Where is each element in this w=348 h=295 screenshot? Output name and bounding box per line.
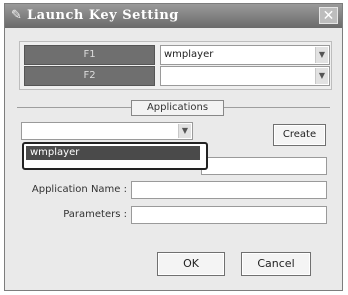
application-dropdown-list[interactable]: wmplayer [22,142,208,170]
launch-key-setting-dialog: ✎ Launch Key Setting ✕ F1 wmplayer ▼ F2 … [4,3,343,291]
parameters-label: Parameters : [63,209,127,220]
chevron-down-icon[interactable]: ▼ [178,124,191,138]
key-label-f1: F1 [24,45,155,65]
chevron-down-icon[interactable]: ▼ [315,47,328,63]
application-name-label: Application Name : [31,184,127,195]
create-button[interactable]: Create [273,124,326,146]
parameters-field[interactable] [131,206,327,224]
ok-button[interactable]: OK [157,252,225,276]
key-label-f2: F2 [24,66,155,86]
close-button[interactable]: ✕ [319,7,338,24]
application-path-field[interactable] [201,157,327,175]
title-bar[interactable]: ✎ Launch Key Setting ✕ [5,4,342,28]
window-title: Launch Key Setting [27,8,179,23]
key-f1-combo[interactable]: wmplayer ▼ [160,45,330,65]
key-f2-combo[interactable]: ▼ [160,66,330,86]
applications-group-label: Applications [131,100,224,116]
key-assignment-group: F1 wmplayer ▼ F2 ▼ [19,41,332,90]
application-name-field[interactable] [131,181,327,199]
application-combo[interactable]: ▼ [21,122,193,140]
cancel-button[interactable]: Cancel [241,252,311,276]
key-f1-value: wmplayer [164,49,214,60]
chevron-down-icon[interactable]: ▼ [315,68,328,84]
dropdown-item-wmplayer[interactable]: wmplayer [26,146,200,160]
pencil-icon: ✎ [11,8,22,23]
